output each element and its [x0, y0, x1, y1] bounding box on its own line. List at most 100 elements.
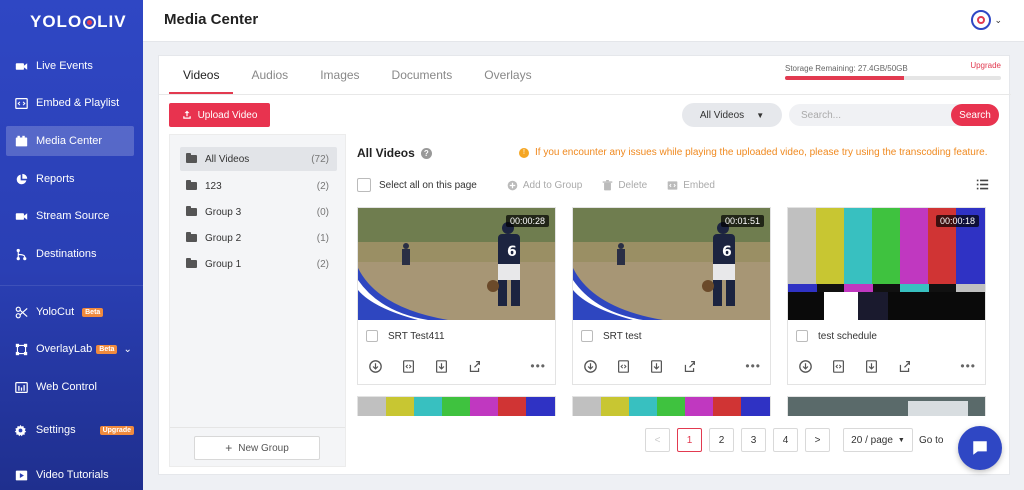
video-title-row: test schedule — [796, 330, 877, 342]
embed-code-icon[interactable] — [831, 359, 845, 373]
sidebar-item-embed-playlist[interactable]: Embed & Playlist — [6, 88, 134, 118]
folder-icon — [186, 232, 197, 242]
new-group-button[interactable]: + New Group — [194, 436, 320, 460]
sidebar-item-reports[interactable]: Reports — [6, 164, 134, 194]
page-3-button[interactable]: 3 — [741, 428, 766, 452]
group-name: Group 1 — [205, 258, 242, 270]
prev-page-button[interactable]: < — [645, 428, 670, 452]
caret-down-icon: ▼ — [756, 110, 765, 120]
tab-images[interactable]: Images — [306, 56, 373, 94]
video-card[interactable]: 6 00:00:28 SRT Test411 ••• — [357, 207, 556, 385]
sidebar-item-label: Live Events — [36, 60, 93, 72]
next-page-button[interactable]: > — [805, 428, 830, 452]
sidebar-item-settings[interactable]: Settings Upgrade — [6, 415, 134, 445]
embed-code-icon[interactable] — [401, 359, 415, 373]
video-card[interactable]: 00:00:18 test schedule ••• — [787, 207, 986, 385]
group-item-all-videos[interactable]: All Videos (72) — [180, 147, 337, 171]
video-checkbox[interactable] — [796, 330, 808, 342]
more-options-icon[interactable]: ••• — [530, 359, 546, 373]
colorbars-thumbnail-image — [573, 397, 770, 416]
select-all-checkbox[interactable] — [357, 178, 371, 192]
search-box: Search — [789, 104, 999, 126]
share-icon[interactable] — [897, 359, 911, 373]
sidebar-item-web-control[interactable]: Web Control — [6, 372, 134, 402]
avatar-icon[interactable] — [971, 10, 992, 30]
group-item-123[interactable]: 123 (2) — [180, 174, 337, 198]
tab-overlays[interactable]: Overlays — [470, 56, 545, 94]
warning-icon: ! — [519, 147, 529, 158]
share-icon[interactable] — [467, 359, 481, 373]
group-name: Group 3 — [205, 206, 242, 218]
video-thumbnail[interactable]: 6 00:00:28 — [358, 208, 555, 320]
video-thumbnail[interactable]: 6 00:01:51 — [573, 208, 770, 320]
transcode-icon[interactable] — [583, 359, 597, 373]
share-icon[interactable] — [682, 359, 696, 373]
logo-text-left: YOLO — [30, 12, 83, 31]
sidebar-item-stream-source[interactable]: Stream Source — [6, 201, 134, 231]
sidebar-item-label: Media Center — [36, 135, 103, 147]
chat-support-button[interactable] — [958, 426, 1002, 470]
sidebar-item-live-events[interactable]: Live Events — [6, 51, 134, 81]
list-view-icon[interactable] — [976, 178, 989, 194]
video-card-partial[interactable] — [357, 396, 556, 416]
transcode-icon[interactable] — [368, 359, 382, 373]
delete-button[interactable]: Delete — [602, 179, 647, 191]
tab-videos[interactable]: Videos — [169, 56, 234, 94]
embed-button[interactable]: Embed — [667, 180, 715, 191]
sidebar-item-label: Settings — [35, 424, 76, 436]
logo-text-right: LIV — [97, 12, 127, 31]
download-icon[interactable] — [649, 359, 663, 373]
video-checkbox[interactable] — [366, 330, 378, 342]
chevron-down-icon[interactable]: ⌄ — [994, 15, 1002, 26]
destinations-icon — [14, 247, 28, 261]
download-icon[interactable] — [434, 359, 448, 373]
user-menu[interactable]: ⌄ — [971, 10, 1002, 30]
more-options-icon[interactable]: ••• — [960, 359, 976, 373]
page-title: Media Center — [164, 11, 259, 28]
sidebar-item-overlaylab[interactable]: OverlayLab Beta ⌄ — [6, 334, 134, 364]
page-2-button[interactable]: 2 — [709, 428, 734, 452]
group-item-group-2[interactable]: Group 2 (1) — [180, 226, 337, 250]
upload-video-button[interactable]: Upload Video — [169, 103, 270, 127]
video-card[interactable]: 6 00:01:51 SRT test ••• — [572, 207, 771, 385]
upgrade-link[interactable]: Upgrade — [970, 61, 1001, 70]
page-4-button[interactable]: 4 — [773, 428, 798, 452]
video-card-partial[interactable] — [572, 396, 771, 416]
video-filter-select[interactable]: All Videos ▼ — [682, 103, 782, 127]
page-size-select[interactable]: 20 / page ▼ — [843, 428, 913, 452]
more-options-icon[interactable]: ••• — [745, 359, 761, 373]
sidebar-item-yolocut[interactable]: YoloCut Beta — [6, 297, 134, 327]
group-item-group-3[interactable]: Group 3 (0) — [180, 200, 337, 224]
storage-indicator: Storage Remaining: 27.4GB/50GB Upgrade — [785, 61, 1001, 80]
tab-audios[interactable]: Audios — [237, 56, 302, 94]
video-checkbox[interactable] — [581, 330, 593, 342]
tab-documents[interactable]: Documents — [378, 56, 467, 94]
sidebar-item-destinations[interactable]: Destinations — [6, 239, 134, 269]
sidebar-item-video-tutorials[interactable]: Video Tutorials — [6, 460, 134, 490]
embed-code-icon[interactable] — [616, 359, 630, 373]
help-icon[interactable]: ? — [420, 147, 432, 159]
add-to-group-button[interactable]: Add to Group — [507, 180, 582, 191]
sidebar-item-label: Destinations — [36, 248, 97, 260]
group-item-group-1[interactable]: Group 1 (2) — [180, 252, 337, 276]
page-1-button[interactable]: 1 — [677, 428, 702, 452]
sidebar-item-media-center[interactable]: Media Center — [6, 126, 134, 156]
stream-camera-icon — [14, 209, 28, 223]
upgrade-badge[interactable]: Upgrade — [99, 425, 134, 435]
transcode-icon[interactable] — [798, 359, 812, 373]
search-input[interactable] — [789, 104, 939, 126]
group-panel-divider — [170, 427, 345, 428]
search-button[interactable]: Search — [951, 104, 999, 126]
group-count: (2) — [316, 258, 329, 270]
folder-icon — [186, 153, 197, 163]
group-name: 123 — [205, 180, 222, 192]
tabs-divider — [159, 94, 1011, 95]
video-card-partial[interactable] — [787, 396, 986, 416]
colorbars-thumbnail-image — [358, 397, 555, 416]
group-count: (1) — [316, 232, 329, 244]
group-count: (72) — [311, 153, 329, 165]
video-thumbnail[interactable]: 00:00:18 — [788, 208, 985, 320]
download-icon[interactable] — [864, 359, 878, 373]
chevron-down-icon[interactable]: ⌄ — [123, 344, 131, 355]
yololiv-logo[interactable]: YOLO LIV — [30, 12, 127, 32]
